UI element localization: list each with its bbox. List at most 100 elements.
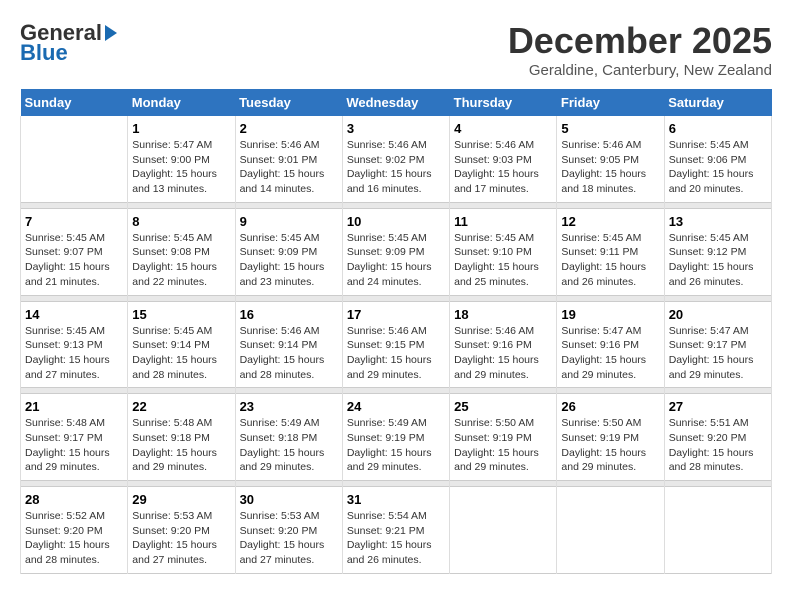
day-info: Sunrise: 5:45 AMSunset: 9:14 PMDaylight:… xyxy=(132,324,230,383)
table-row: 19 Sunrise: 5:47 AMSunset: 9:16 PMDayligh… xyxy=(557,301,664,388)
day-info: Sunrise: 5:46 AMSunset: 9:05 PMDaylight:… xyxy=(561,138,659,197)
table-row: 20Sunrise: 5:47 AMSunset: 9:17 PMDayligh… xyxy=(664,301,771,388)
table-row: 10 Sunrise: 5:45 AMSunset: 9:09 PMDayligh… xyxy=(342,208,449,295)
table-row: 30 Sunrise: 5:53 AMSunset: 9:20 PMDayligh… xyxy=(235,487,342,574)
day-number: 15 xyxy=(132,307,230,322)
logo-arrow-icon xyxy=(105,25,117,41)
day-number: 19 xyxy=(561,307,659,322)
day-info: Sunrise: 5:50 AMSunset: 9:19 PMDaylight:… xyxy=(454,416,552,475)
day-info: Sunrise: 5:54 AMSunset: 9:21 PMDaylight:… xyxy=(347,509,445,568)
col-sunday: Sunday xyxy=(21,89,128,116)
day-number: 30 xyxy=(240,492,338,507)
col-thursday: Thursday xyxy=(450,89,557,116)
day-number: 5 xyxy=(561,121,659,136)
day-info: Sunrise: 5:46 AMSunset: 9:02 PMDaylight:… xyxy=(347,138,445,197)
table-row: 5 Sunrise: 5:46 AMSunset: 9:05 PMDaylight… xyxy=(557,116,664,202)
day-number: 25 xyxy=(454,399,552,414)
table-row: 18 Sunrise: 5:46 AMSunset: 9:16 PMDayligh… xyxy=(450,301,557,388)
day-number: 7 xyxy=(25,214,123,229)
table-row: 6Sunrise: 5:45 AMSunset: 9:06 PMDaylight… xyxy=(664,116,771,202)
table-row: 17Sunrise: 5:46 AMSunset: 9:15 PMDayligh… xyxy=(342,301,449,388)
day-number: 14 xyxy=(25,307,123,322)
day-number: 2 xyxy=(240,121,338,136)
table-row: 22 Sunrise: 5:48 AMSunset: 9:18 PMDayligh… xyxy=(128,394,235,481)
day-info: Sunrise: 5:47 AMSunset: 9:16 PMDaylight:… xyxy=(561,324,659,383)
calendar-week-row: 14 Sunrise: 5:45 AMSunset: 9:13 PMDayligh… xyxy=(21,301,772,388)
day-info: Sunrise: 5:45 AMSunset: 9:09 PMDaylight:… xyxy=(240,231,338,290)
table-row: 16 Sunrise: 5:46 AMSunset: 9:14 PMDayligh… xyxy=(235,301,342,388)
day-number: 10 xyxy=(347,214,445,229)
table-row xyxy=(21,116,128,202)
day-number: 16 xyxy=(240,307,338,322)
col-monday: Monday xyxy=(128,89,235,116)
day-info: Sunrise: 5:53 AMSunset: 9:20 PMDaylight:… xyxy=(132,509,230,568)
day-number: 27 xyxy=(669,399,767,414)
day-info: Sunrise: 5:45 AMSunset: 9:09 PMDaylight:… xyxy=(347,231,445,290)
table-row: 15 Sunrise: 5:45 AMSunset: 9:14 PMDayligh… xyxy=(128,301,235,388)
table-row: 9 Sunrise: 5:45 AMSunset: 9:09 PMDaylight… xyxy=(235,208,342,295)
table-row: 4Sunrise: 5:46 AMSunset: 9:03 PMDaylight… xyxy=(450,116,557,202)
day-info: Sunrise: 5:46 AMSunset: 9:16 PMDaylight:… xyxy=(454,324,552,383)
col-saturday: Saturday xyxy=(664,89,771,116)
day-info: Sunrise: 5:53 AMSunset: 9:20 PMDaylight:… xyxy=(240,509,338,568)
day-info: Sunrise: 5:49 AMSunset: 9:18 PMDaylight:… xyxy=(240,416,338,475)
col-wednesday: Wednesday xyxy=(342,89,449,116)
day-number: 26 xyxy=(561,399,659,414)
col-friday: Friday xyxy=(557,89,664,116)
table-row: 23 Sunrise: 5:49 AMSunset: 9:18 PMDayligh… xyxy=(235,394,342,481)
day-info: Sunrise: 5:45 AMSunset: 9:07 PMDaylight:… xyxy=(25,231,123,290)
calendar-title: December 2025 xyxy=(508,20,772,62)
table-row: 13Sunrise: 5:45 AMSunset: 9:12 PMDayligh… xyxy=(664,208,771,295)
day-number: 22 xyxy=(132,399,230,414)
table-row: 27 Sunrise: 5:51 AMSunset: 9:20 PMDayligh… xyxy=(664,394,771,481)
day-info: Sunrise: 5:45 AMSunset: 9:08 PMDaylight:… xyxy=(132,231,230,290)
day-number: 29 xyxy=(132,492,230,507)
day-number: 13 xyxy=(669,214,767,229)
table-row: 25 Sunrise: 5:50 AMSunset: 9:19 PMDayligh… xyxy=(450,394,557,481)
day-info: Sunrise: 5:46 AMSunset: 9:14 PMDaylight:… xyxy=(240,324,338,383)
day-info: Sunrise: 5:52 AMSunset: 9:20 PMDaylight:… xyxy=(25,509,123,568)
day-info: Sunrise: 5:48 AMSunset: 9:18 PMDaylight:… xyxy=(132,416,230,475)
day-info: Sunrise: 5:50 AMSunset: 9:19 PMDaylight:… xyxy=(561,416,659,475)
day-number: 9 xyxy=(240,214,338,229)
day-number: 6 xyxy=(669,121,767,136)
day-info: Sunrise: 5:47 AMSunset: 9:00 PMDaylight:… xyxy=(132,138,230,197)
day-number: 12 xyxy=(561,214,659,229)
title-section: December 2025 Geraldine, Canterbury, New… xyxy=(508,20,772,79)
calendar-subtitle: Geraldine, Canterbury, New Zealand xyxy=(508,62,772,79)
table-row: 24 Sunrise: 5:49 AMSunset: 9:19 PMDayligh… xyxy=(342,394,449,481)
table-row xyxy=(664,487,771,574)
calendar-week-row: 1Sunrise: 5:47 AMSunset: 9:00 PMDaylight… xyxy=(21,116,772,202)
table-row: 11Sunrise: 5:45 AMSunset: 9:10 PMDayligh… xyxy=(450,208,557,295)
logo: General Blue xyxy=(20,20,117,66)
day-number: 11 xyxy=(454,214,552,229)
logo-blue: Blue xyxy=(20,40,68,66)
day-info: Sunrise: 5:46 AMSunset: 9:15 PMDaylight:… xyxy=(347,324,445,383)
day-number: 24 xyxy=(347,399,445,414)
table-row: 31 Sunrise: 5:54 AMSunset: 9:21 PMDayligh… xyxy=(342,487,449,574)
calendar-week-row: 21 Sunrise: 5:48 AMSunset: 9:17 PMDayligh… xyxy=(21,394,772,481)
day-number: 18 xyxy=(454,307,552,322)
day-info: Sunrise: 5:47 AMSunset: 9:17 PMDaylight:… xyxy=(669,324,767,383)
table-row: 29 Sunrise: 5:53 AMSunset: 9:20 PMDayligh… xyxy=(128,487,235,574)
day-number: 8 xyxy=(132,214,230,229)
calendar-week-row: 7 Sunrise: 5:45 AMSunset: 9:07 PMDaylight… xyxy=(21,208,772,295)
day-number: 3 xyxy=(347,121,445,136)
day-number: 23 xyxy=(240,399,338,414)
day-number: 21 xyxy=(25,399,123,414)
page-header: General Blue December 2025 Geraldine, Ca… xyxy=(20,20,772,79)
day-info: Sunrise: 5:51 AMSunset: 9:20 PMDaylight:… xyxy=(669,416,767,475)
day-number: 31 xyxy=(347,492,445,507)
day-info: Sunrise: 5:45 AMSunset: 9:13 PMDaylight:… xyxy=(25,324,123,383)
day-number: 28 xyxy=(25,492,123,507)
day-info: Sunrise: 5:48 AMSunset: 9:17 PMDaylight:… xyxy=(25,416,123,475)
table-row: 3 Sunrise: 5:46 AMSunset: 9:02 PMDaylight… xyxy=(342,116,449,202)
day-info: Sunrise: 5:46 AMSunset: 9:01 PMDaylight:… xyxy=(240,138,338,197)
table-row: 21 Sunrise: 5:48 AMSunset: 9:17 PMDayligh… xyxy=(21,394,128,481)
table-row: 1Sunrise: 5:47 AMSunset: 9:00 PMDaylight… xyxy=(128,116,235,202)
day-info: Sunrise: 5:45 AMSunset: 9:11 PMDaylight:… xyxy=(561,231,659,290)
table-row: 26 Sunrise: 5:50 AMSunset: 9:19 PMDayligh… xyxy=(557,394,664,481)
table-row: 28 Sunrise: 5:52 AMSunset: 9:20 PMDayligh… xyxy=(21,487,128,574)
day-info: Sunrise: 5:49 AMSunset: 9:19 PMDaylight:… xyxy=(347,416,445,475)
table-row xyxy=(450,487,557,574)
